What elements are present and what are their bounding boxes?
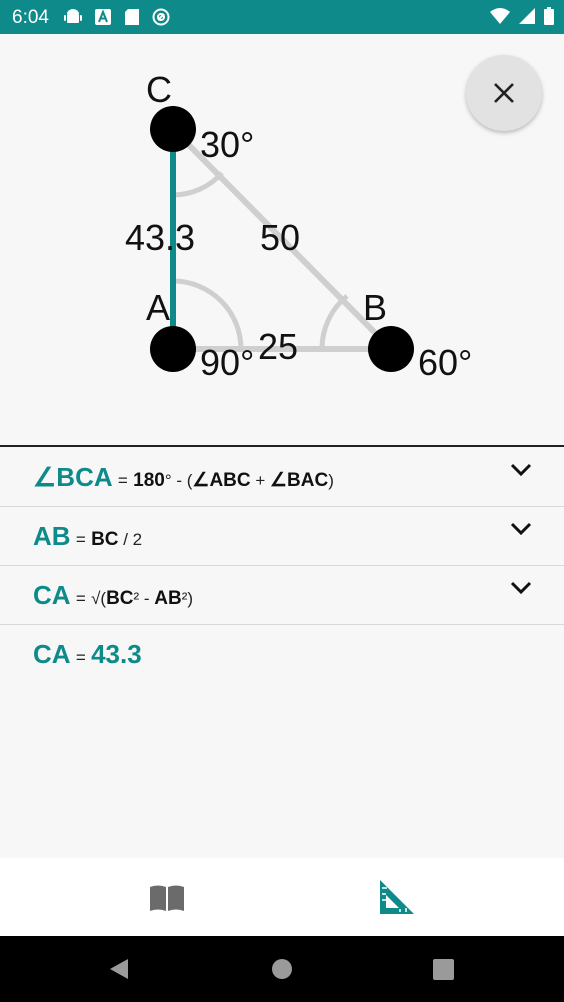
- formula-text: CA = √(BC² - AB²): [33, 580, 194, 610]
- diagram-divider: [0, 445, 564, 447]
- angle-arc-c: [172, 171, 224, 198]
- result-value: 43.3: [91, 639, 142, 669]
- formula-row-ab[interactable]: AB = BC / 2: [0, 507, 564, 566]
- triangle-diagram: C A B 30° 90° 60° 43.3 50 25: [0, 34, 564, 445]
- sd-card-icon: [125, 9, 139, 25]
- status-icons-right: [490, 7, 554, 25]
- chevron-down-icon[interactable]: [510, 463, 532, 477]
- home-icon[interactable]: [271, 958, 293, 980]
- close-button[interactable]: [466, 55, 542, 131]
- book-icon[interactable]: [150, 885, 184, 911]
- back-icon[interactable]: [108, 958, 130, 980]
- close-icon: [494, 83, 514, 103]
- formula-text: ∠BCA = 180° - (∠ABC + ∠BAC): [33, 462, 334, 492]
- vertex-a[interactable]: [150, 326, 196, 372]
- android-icon: [64, 9, 82, 23]
- wifi-icon: [490, 8, 510, 24]
- cell-signal-icon: [519, 8, 535, 24]
- angle-label-a: 90°: [200, 342, 254, 383]
- vertex-b[interactable]: [368, 326, 414, 372]
- formula-row-ca[interactable]: CA = √(BC² - AB²): [0, 566, 564, 625]
- angle-label-b: 60°: [418, 342, 472, 383]
- vertex-label-c: C: [146, 69, 172, 110]
- side-label-cb: 50: [260, 217, 300, 258]
- side-label-ab: 25: [258, 326, 298, 367]
- angle-label-c: 30°: [200, 124, 254, 165]
- set-square-icon[interactable]: [380, 880, 414, 914]
- chevron-down-icon[interactable]: [510, 522, 532, 536]
- result-row-ca: CA = 43.3: [0, 625, 564, 683]
- vertex-label-b: B: [363, 287, 387, 328]
- formula-text: AB = BC / 2: [33, 521, 143, 551]
- result-text: CA = 43.3: [33, 639, 142, 669]
- status-bar: 6:04: [0, 0, 564, 34]
- at-sign-icon: [152, 8, 170, 26]
- side-label-ca: 43.3: [125, 217, 195, 258]
- formula-row-angle-bca[interactable]: ∠BCA = 180° - (∠ABC + ∠BAC): [0, 448, 564, 507]
- recents-icon[interactable]: [433, 959, 454, 980]
- battery-icon: [544, 7, 554, 25]
- status-icons-left: [64, 8, 170, 26]
- vertex-label-a: A: [146, 287, 170, 328]
- a-box-icon: [95, 9, 111, 25]
- vertex-c[interactable]: [150, 106, 196, 152]
- status-time: 6:04: [12, 7, 49, 28]
- bottom-nav: [0, 858, 564, 936]
- chevron-down-icon[interactable]: [510, 581, 532, 595]
- system-nav-bar: [0, 936, 564, 1002]
